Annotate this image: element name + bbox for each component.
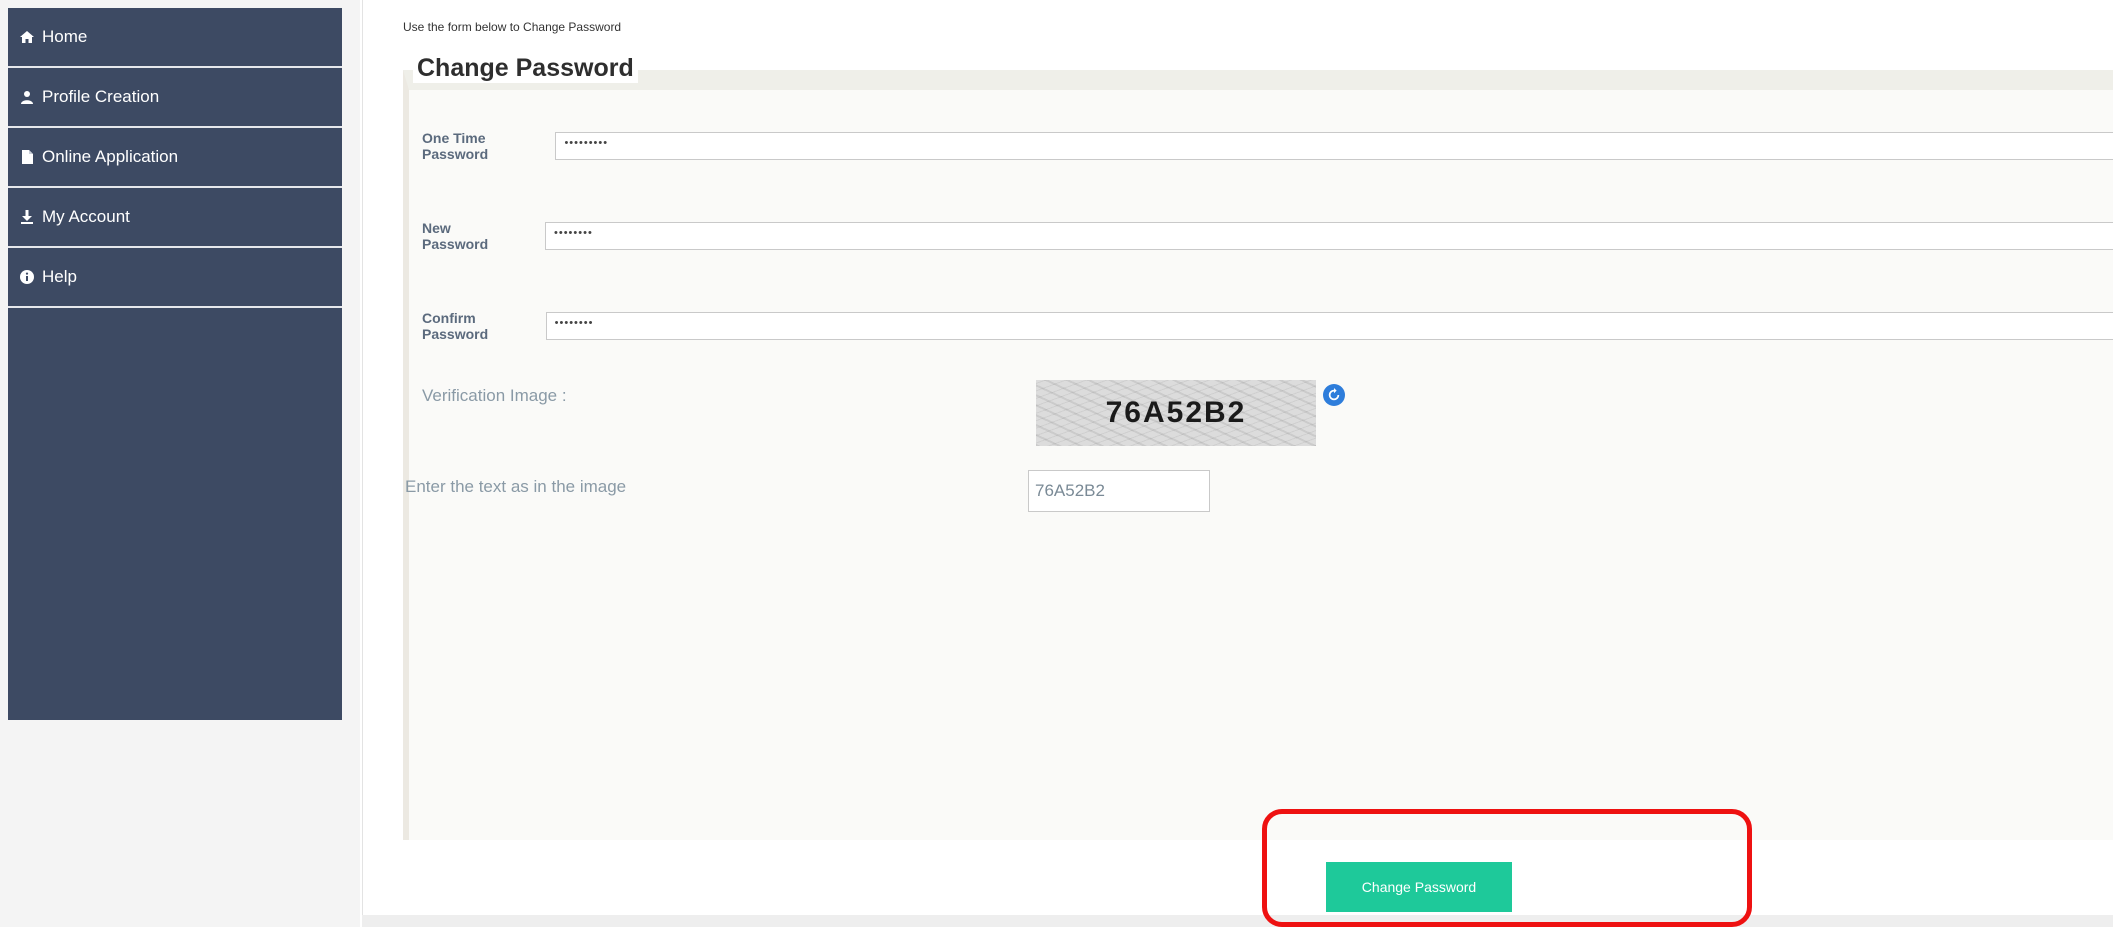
sidebar: Home Profile Creation Online Application… — [8, 8, 342, 720]
sidebar-item-label: My Account — [42, 207, 130, 226]
new-password-row: New Password •••••••• — [422, 220, 2113, 252]
otp-label: One Time Password — [422, 130, 489, 162]
account-icon — [18, 208, 36, 226]
sidebar-item-label: Profile Creation — [42, 87, 160, 106]
verification-image-label: Verification Image : — [422, 386, 567, 405]
page: Home Profile Creation Online Application… — [0, 0, 2113, 927]
refresh-captcha-icon[interactable] — [1323, 384, 1345, 406]
captcha-prompt: Enter the text as in the image — [405, 477, 627, 496]
bottom-divider — [362, 915, 2113, 927]
confirm-password-field[interactable]: •••••••• — [545, 312, 2113, 340]
document-icon — [18, 148, 36, 166]
sidebar-item-profile-creation[interactable]: Profile Creation — [8, 68, 342, 128]
sidebar-item-online-application[interactable]: Online Application — [8, 128, 342, 188]
main-panel: Use the form below to Change Password Ch… — [362, 0, 2113, 915]
confirm-password-label: Confirm Password — [422, 310, 489, 342]
otp-field[interactable]: ••••••••• — [555, 132, 2113, 160]
user-icon — [18, 88, 36, 106]
sidebar-item-my-account[interactable]: My Account — [8, 188, 342, 248]
change-password-button[interactable]: Change Password — [1326, 862, 1512, 912]
sidebar-item-label: Help — [42, 267, 77, 286]
page-title: Change Password — [413, 54, 638, 83]
form-instructions: Use the form below to Change Password — [403, 20, 622, 34]
sidebar-item-home[interactable]: Home — [8, 8, 342, 68]
sidebar-item-label: Online Application — [42, 147, 179, 166]
info-icon — [18, 268, 36, 286]
captcha-text: 76A52B2 — [1105, 396, 1247, 429]
captcha-input[interactable] — [1028, 470, 1210, 512]
new-password-field[interactable]: •••••••• — [545, 222, 2113, 250]
sidebar-item-label: Home — [42, 27, 88, 46]
confirm-password-row: Confirm Password •••••••• — [422, 310, 2113, 342]
sidebar-item-help[interactable]: Help — [8, 248, 342, 308]
captcha-image: 76A52B2 — [1036, 380, 1316, 446]
new-password-label: New Password — [422, 220, 489, 252]
otp-row: One Time Password ••••••••• — [422, 130, 2113, 162]
change-password-form — [403, 70, 2113, 840]
home-icon — [18, 28, 36, 46]
